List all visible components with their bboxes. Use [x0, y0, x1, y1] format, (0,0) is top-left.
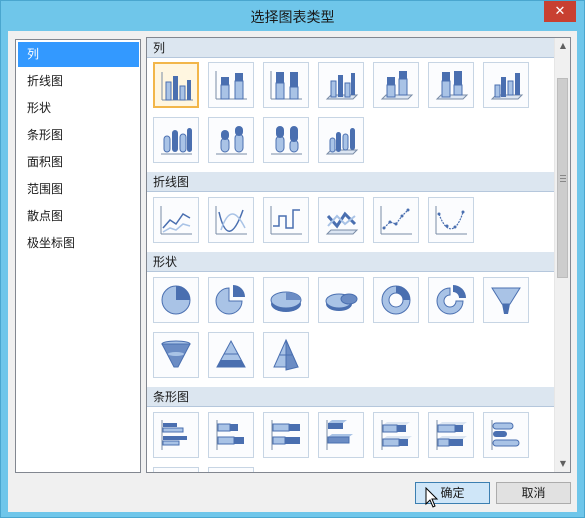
- dialog-client-area: 列 折线图 形状 条形图 面积图 范围图 散点图 极坐标图 列 折线图 形状 条…: [8, 31, 577, 512]
- thumb-grip-line: [560, 175, 566, 176]
- chart-icon-line-markers[interactable]: [373, 197, 419, 243]
- chart-icon-bar-3d-100-stacked[interactable]: [428, 412, 474, 458]
- dialog-title: 选择图表类型: [250, 10, 335, 26]
- category-item-area[interactable]: 面积图: [18, 150, 139, 175]
- chart-icon-column-3d-stacked[interactable]: [373, 62, 419, 108]
- chart-icon-bar-3d-stacked[interactable]: [373, 412, 419, 458]
- chart-icon-column-100-stacked[interactable]: [263, 62, 309, 108]
- category-item-polar[interactable]: 极坐标图: [18, 231, 139, 256]
- chart-icon-funnel[interactable]: [483, 277, 529, 323]
- chart-icon-doughnut-exploded[interactable]: [428, 277, 474, 323]
- chart-icon-bar-more-2[interactable]: [208, 467, 254, 472]
- category-item-scatter[interactable]: 散点图: [18, 204, 139, 229]
- chart-icon-line[interactable]: [153, 197, 199, 243]
- chart-icon-column-3d[interactable]: [483, 62, 529, 108]
- category-item-line[interactable]: 折线图: [18, 69, 139, 94]
- chart-icon-column-stacked[interactable]: [208, 62, 254, 108]
- thumb-grip-line: [560, 178, 566, 179]
- chart-icon-bar-more-1[interactable]: [153, 467, 199, 472]
- chart-icon-bar-100-stacked[interactable]: [263, 412, 309, 458]
- chart-icon-cylinder-clustered[interactable]: [153, 117, 199, 163]
- chart-icon-pyramid-3d[interactable]: [263, 332, 309, 378]
- scroll-up-arrow-icon[interactable]: ▲: [555, 38, 570, 54]
- dialog-window: 选择图表类型 ✕ 列 折线图 形状 条形图 面积图 范围图 散点图 极坐标图 列: [0, 0, 585, 518]
- chart-icon-bar-stacked[interactable]: [208, 412, 254, 458]
- chart-icon-column-3d-clustered[interactable]: [318, 62, 364, 108]
- chart-icon-bar-3d-clustered[interactable]: [318, 412, 364, 458]
- chart-icon-column-clustered[interactable]: [153, 62, 199, 108]
- section-header-bar: 条形图: [147, 387, 557, 407]
- chart-icon-cylinder-bar[interactable]: [483, 412, 529, 458]
- chart-icon-cylinder-100-stacked[interactable]: [263, 117, 309, 163]
- thumb-grip-line: [560, 181, 566, 182]
- chart-icon-pie[interactable]: [153, 277, 199, 323]
- chart-icon-bar-clustered[interactable]: [153, 412, 199, 458]
- chart-icon-pie-3d[interactable]: [263, 277, 309, 323]
- close-button[interactable]: ✕: [544, 1, 576, 22]
- chart-icon-doughnut[interactable]: [373, 277, 419, 323]
- chart-icon-line-smooth-markers[interactable]: [428, 197, 474, 243]
- chart-icon-funnel-3d[interactable]: [153, 332, 199, 378]
- category-item-shape[interactable]: 形状: [18, 96, 139, 121]
- chart-icon-pie-3d-exploded[interactable]: [318, 277, 364, 323]
- chart-type-gallery: 列 折线图 形状 条形图 ▲ ▼: [146, 37, 571, 473]
- scroll-down-arrow-icon[interactable]: ▼: [555, 456, 570, 472]
- chart-icon-pie-exploded[interactable]: [208, 277, 254, 323]
- scroll-thumb[interactable]: [557, 78, 568, 278]
- chart-icon-line-step[interactable]: [263, 197, 309, 243]
- title-bar[interactable]: 选择图表类型 ✕: [1, 1, 584, 31]
- category-list: 列 折线图 形状 条形图 面积图 范围图 散点图 极坐标图: [15, 39, 141, 473]
- gallery-scrollbar[interactable]: ▲ ▼: [554, 38, 570, 472]
- chart-icon-cylinder-3d[interactable]: [318, 117, 364, 163]
- section-header-column: 列: [147, 38, 557, 58]
- section-header-shape: 形状: [147, 252, 557, 272]
- chart-icon-cylinder-stacked[interactable]: [208, 117, 254, 163]
- section-header-line: 折线图: [147, 172, 557, 192]
- mouse-cursor-icon: [425, 487, 439, 508]
- category-item-bar[interactable]: 条形图: [18, 123, 139, 148]
- cancel-button[interactable]: 取消: [496, 482, 571, 504]
- chart-icon-line-3d[interactable]: [318, 197, 364, 243]
- chart-icon-pyramid[interactable]: [208, 332, 254, 378]
- category-item-column[interactable]: 列: [18, 42, 139, 67]
- chart-icon-column-3d-100-stacked[interactable]: [428, 62, 474, 108]
- chart-icon-line-smooth[interactable]: [208, 197, 254, 243]
- category-item-range[interactable]: 范围图: [18, 177, 139, 202]
